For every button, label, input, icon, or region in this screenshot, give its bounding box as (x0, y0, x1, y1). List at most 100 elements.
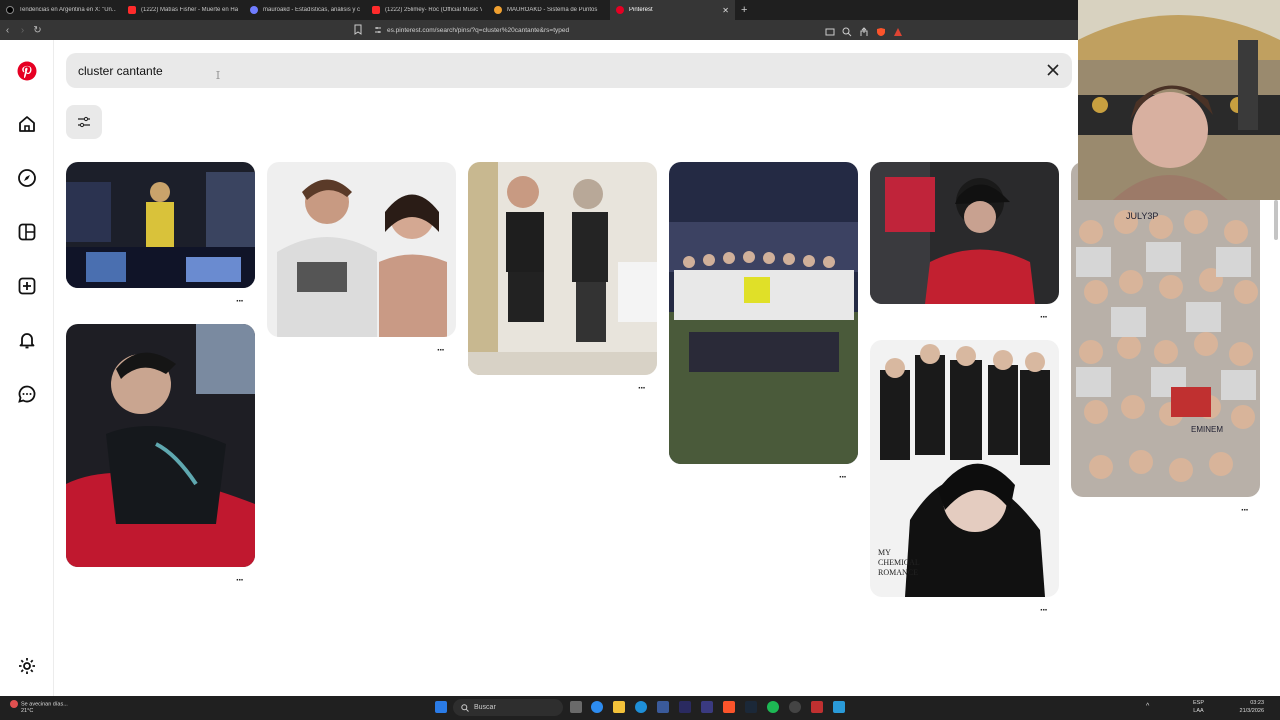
filter-button[interactable] (66, 105, 102, 139)
pin-more-button[interactable]: ··· (437, 345, 445, 356)
search-icon (461, 703, 469, 712)
pin-image[interactable] (468, 162, 657, 375)
pin-more-button[interactable]: ··· (236, 575, 244, 586)
clear-search-icon[interactable] (1046, 63, 1060, 77)
create-icon[interactable] (17, 276, 37, 296)
tab-title: Tendencias en Argentina en X: "Un... (19, 7, 116, 13)
tab-title: (1222) 25limey- Roc (Official Music V... (385, 7, 482, 13)
text-cursor-icon (216, 71, 220, 79)
two-people-room-photo (468, 162, 657, 375)
weather-widget[interactable]: Se avecinan días... 21°C (10, 700, 68, 715)
pin-image[interactable] (66, 162, 255, 288)
youtube-favicon-icon (128, 6, 136, 14)
youtube-favicon-icon (372, 6, 380, 14)
brave-icon[interactable] (723, 701, 735, 713)
brave-rewards-icon[interactable] (893, 24, 903, 36)
forward-icon[interactable]: › (15, 25, 30, 36)
poster-text: MY (878, 548, 891, 557)
notepad-icon[interactable] (833, 701, 845, 713)
pin-image[interactable]: MY CHEMICAL ROMANCE (870, 340, 1059, 597)
app-red-icon[interactable] (811, 701, 823, 713)
copilot-icon[interactable] (591, 701, 603, 713)
browser-tab[interactable]: (1222) 25limey- Roc (Official Music V... (366, 0, 488, 20)
app-fe-icon[interactable] (679, 701, 691, 713)
edge-icon[interactable] (635, 701, 647, 713)
site-info-icon[interactable] (374, 26, 382, 34)
language-indicator[interactable]: ESP LAA (1193, 699, 1204, 715)
my-chemical-romance-poster: MY CHEMICAL ROMANCE (870, 340, 1059, 597)
stats-favicon-icon (250, 6, 258, 14)
windows-taskbar: Se avecinan días... 21°C Buscar ^ ESP LA… (0, 696, 1280, 720)
collage-text: JULY3P (1126, 211, 1158, 221)
windows-start-icon[interactable] (435, 701, 447, 713)
url-text: es.pinterest.com/search/pins/?q=cluster%… (387, 26, 570, 34)
search-input[interactable]: cluster cantante (78, 64, 163, 78)
filters-icon (78, 116, 90, 128)
lang-code: ESP (1193, 700, 1205, 706)
tab-title: mauroakd - Estadísticas, análisis y c... (263, 7, 360, 13)
zoom-icon[interactable] (842, 24, 852, 37)
red-cap-photo (870, 162, 1059, 304)
show-hidden-icons-icon[interactable]: ^ (1146, 703, 1149, 710)
weather-temp: 21°C (21, 708, 34, 715)
file-explorer-icon[interactable] (613, 701, 625, 713)
search-bar[interactable]: cluster cantante (66, 53, 1072, 88)
pin-more-button[interactable]: ··· (1040, 312, 1048, 323)
clock[interactable]: 03:23 21/3/2026 (1240, 699, 1264, 715)
pin-more-button[interactable]: ··· (1040, 605, 1048, 616)
obs-icon[interactable] (789, 701, 801, 713)
browser-tab[interactable]: MAUROAKD - Sistema de Puntos (488, 0, 610, 20)
football-group-photo (669, 162, 858, 464)
task-view-icon[interactable] (570, 701, 582, 713)
pin-image[interactable] (669, 162, 858, 464)
rapper-collage-photo: JULY3P EMINEM (1071, 162, 1260, 497)
singer-photo (66, 324, 255, 567)
browser-tab[interactable]: mauroakd - Estadísticas, análisis y c... (244, 0, 366, 20)
pin-more-button[interactable]: ··· (236, 296, 244, 307)
pin-more-button[interactable]: ··· (1241, 505, 1249, 516)
browser-tab[interactable]: (1222) Matías Fisher - Muerte en Ha... (122, 0, 244, 20)
pin-more-button[interactable]: ··· (839, 472, 847, 483)
pin-image[interactable] (870, 162, 1059, 304)
tab-title: MAUROAKD - Sistema de Puntos (507, 7, 598, 13)
explore-icon[interactable] (17, 168, 37, 188)
steam-icon[interactable] (745, 701, 757, 713)
boards-icon[interactable] (17, 222, 37, 242)
taskbar-search[interactable]: Buscar (453, 699, 563, 716)
pin-more-button[interactable]: ··· (638, 383, 646, 394)
share-icon[interactable] (859, 24, 869, 36)
calculator-icon[interactable] (657, 701, 669, 713)
settings-icon[interactable] (17, 656, 37, 676)
clock-time: 03:23 (1250, 700, 1264, 706)
pinterest-sidebar (0, 40, 54, 696)
pinterest-logo[interactable] (17, 61, 37, 81)
page-scrollbar[interactable] (1274, 200, 1278, 240)
webcam-feed-image (1078, 0, 1280, 200)
spotify-icon[interactable] (767, 701, 779, 713)
home-icon[interactable] (17, 114, 37, 134)
app-mm-icon[interactable] (701, 701, 713, 713)
webcam-overlay (1078, 0, 1280, 200)
tab-title: Pinterest (629, 7, 653, 13)
bookmark-icon[interactable] (354, 24, 362, 35)
weather-text: Se avecinan días... (21, 701, 68, 708)
reload-icon[interactable]: ↻ (30, 25, 45, 36)
install-app-icon[interactable] (825, 24, 835, 36)
pinterest-favicon-icon (616, 6, 624, 14)
notifications-icon[interactable] (17, 330, 37, 350)
url-field[interactable]: es.pinterest.com/search/pins/?q=cluster%… (374, 23, 844, 37)
browser-tab[interactable]: Tendencias en Argentina en X: "Un... (0, 0, 122, 20)
browser-tab-active[interactable]: Pinterest ✕ (610, 0, 735, 20)
concert-photo (66, 162, 255, 288)
poster-text: CHEMICAL (878, 558, 920, 567)
new-tab-icon[interactable]: + (735, 4, 747, 16)
pin-image[interactable] (267, 162, 456, 337)
brave-shield-icon[interactable] (876, 24, 886, 36)
pin-image[interactable] (66, 324, 255, 567)
taskbar-search-label: Buscar (474, 704, 496, 711)
close-tab-icon[interactable]: ✕ (722, 6, 729, 15)
pin-image[interactable]: JULY3P EMINEM (1071, 162, 1260, 497)
messages-icon[interactable] (17, 384, 37, 404)
back-icon[interactable]: ‹ (0, 25, 15, 36)
x-favicon-icon (6, 6, 14, 14)
